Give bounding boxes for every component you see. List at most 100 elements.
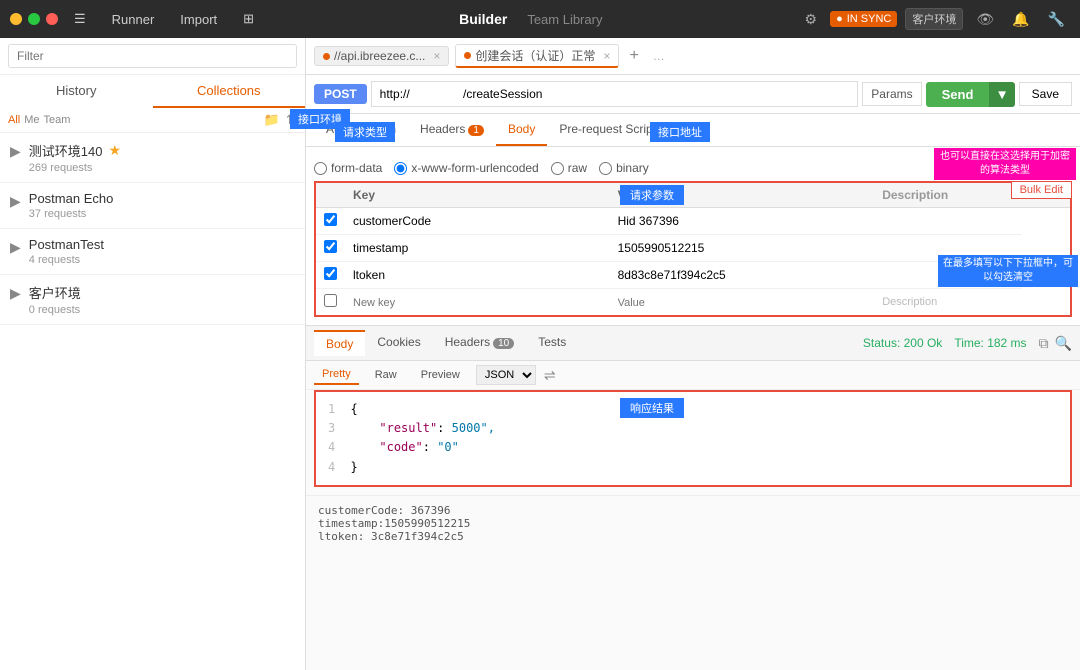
sync-label: IN SYNC [847, 13, 892, 25]
tab-pre-request[interactable]: Pre-request Script [547, 114, 668, 146]
url-input[interactable] [371, 81, 859, 107]
res-tab-tests[interactable]: Tests [526, 330, 578, 356]
json-line-5: 4 } [328, 458, 1058, 477]
add-tab-btn[interactable]: + [625, 47, 642, 65]
runner-btn[interactable]: Runner [104, 8, 163, 31]
row1-key: customerCode [345, 208, 610, 235]
wrap-icon[interactable]: ⇌ [544, 367, 556, 384]
preview-line3: ltoken: 3c8e71f394c2c5 [318, 530, 1068, 543]
row1-value: Hid 367396 [610, 208, 875, 235]
tab-label: //api.ibreezee.c... [334, 49, 425, 63]
win-minimize-btn[interactable] [10, 13, 22, 25]
send-btn-group: Send ▼ [926, 82, 1015, 107]
star-icon: ★ [108, 142, 121, 159]
settings-btn[interactable]: ⚙ [800, 8, 823, 31]
new-row-checkbox[interactable] [324, 294, 337, 307]
url-tab-1[interactable]: //api.ibreezee.c... × [314, 46, 449, 66]
filter-team-btn[interactable]: Team [44, 114, 71, 126]
folder-icon: ▶ [10, 143, 21, 160]
eye-btn[interactable]: 👁 [971, 8, 999, 31]
row3-checkbox[interactable] [324, 267, 337, 280]
env-selector[interactable]: 客户环境 [905, 8, 963, 30]
tab-tests[interactable]: Tests [668, 114, 720, 146]
sync-badge: ● IN SYNC [830, 11, 897, 27]
url-row: POST Params Send ▼ Save [306, 75, 1080, 114]
copy-icon[interactable]: ⧉ [1039, 335, 1049, 352]
response-status-area: Status: 200 Ok Time: 182 ms ⧉ 🔍 [863, 335, 1072, 352]
new-collection-btn[interactable]: 📁 [264, 112, 280, 128]
list-item[interactable]: ▶ 测试环境140 ★ 269 requests [0, 133, 305, 183]
radio-urlencoded[interactable] [394, 162, 407, 175]
request-tabs: Authorization Headers1 Body Pre-request … [306, 114, 1080, 147]
team-library-btn[interactable]: Team Library [527, 12, 602, 27]
list-item[interactable]: ▶ 客户环境 0 requests [0, 275, 305, 325]
col-description: Description [874, 182, 1022, 208]
table-row: customerCode Hid 367396 [315, 208, 1071, 235]
collection-name: 测试环境140 ★ [29, 141, 295, 160]
body-type-form-data[interactable]: form-data [314, 161, 382, 175]
tab-collections[interactable]: Collections [153, 75, 306, 108]
win-close-btn[interactable] [46, 13, 58, 25]
preview-btn[interactable]: Preview [413, 366, 468, 384]
sort-btn[interactable]: ⇅ [286, 112, 297, 128]
bulk-edit-btn[interactable]: Bulk Edit [1011, 181, 1072, 199]
res-tab-headers[interactable]: Headers10 [433, 330, 526, 356]
new-key-input[interactable] [353, 297, 602, 309]
body-type-urlencoded[interactable]: x-www-form-urlencoded [394, 161, 538, 175]
raw-btn[interactable]: Raw [367, 366, 405, 384]
new-tab-btn[interactable]: ⊞ [235, 7, 262, 31]
tab-authorization[interactable]: Authorization [314, 114, 408, 146]
tab-close2-icon[interactable]: × [603, 49, 610, 63]
res-headers-badge: 10 [493, 338, 514, 349]
tab-headers[interactable]: Headers1 [408, 114, 496, 146]
row3-key: ltoken [345, 262, 610, 289]
pretty-btn[interactable]: Pretty [314, 365, 359, 385]
res-tab-cookies[interactable]: Cookies [365, 330, 432, 356]
radio-raw[interactable] [551, 162, 564, 175]
list-item[interactable]: ▶ Postman Echo 37 requests [0, 183, 305, 229]
new-value-input[interactable] [618, 297, 867, 309]
method-select[interactable]: POST [314, 84, 367, 104]
list-item[interactable]: ▶ PostmanTest 4 requests [0, 229, 305, 275]
search-icon[interactable]: 🔍 [1055, 335, 1072, 352]
wrench-btn[interactable]: 🔧 [1043, 8, 1070, 31]
more-tabs-btn[interactable]: … [653, 49, 665, 63]
sidebar-tabs: History Collections [0, 75, 305, 108]
col-check [315, 182, 345, 208]
body-content: form-data x-www-form-urlencoded raw bina… [306, 147, 1080, 325]
collection-name: 客户环境 [29, 283, 295, 302]
body-type-binary[interactable]: binary [599, 161, 649, 175]
filter-all-btn[interactable]: All [8, 114, 20, 126]
row2-checkbox[interactable] [324, 240, 337, 253]
url-tab-2[interactable]: 创建会话（认证）正常 × [455, 44, 619, 68]
sidebar-search-input[interactable] [8, 44, 297, 68]
sidebar: History Collections All Me Team 📁 ⇅ ▶ [0, 38, 306, 670]
row1-desc [874, 208, 1022, 235]
radio-binary[interactable] [599, 162, 612, 175]
row2-key: timestamp [345, 235, 610, 262]
top-bar-center: Builder Team Library [270, 11, 791, 27]
body-type-raw[interactable]: raw [551, 161, 587, 175]
row1-checkbox[interactable] [324, 213, 337, 226]
request-tabs-bar: //api.ibreezee.c... × 创建会话（认证）正常 × + … [306, 38, 1080, 75]
tab-close-icon[interactable]: × [433, 49, 440, 63]
win-maximize-btn[interactable] [28, 13, 40, 25]
res-tab-body[interactable]: Body [314, 330, 365, 356]
params-btn[interactable]: Params [862, 82, 921, 106]
row2-desc [874, 235, 1022, 262]
tab-history[interactable]: History [0, 75, 153, 108]
filter-me-btn[interactable]: Me [24, 114, 39, 126]
row3-value: 8d83c8e71f394c2c5 [610, 262, 875, 289]
save-btn[interactable]: Save [1019, 82, 1072, 106]
response-toolbar: Pretty Raw Preview JSON ⇌ [306, 361, 1080, 390]
bell-btn[interactable]: 🔔 [1007, 8, 1034, 31]
send-dropdown-btn[interactable]: ▼ [989, 82, 1014, 107]
sidebar-toggle-btn[interactable]: ☰ [66, 7, 94, 31]
window-controls [10, 13, 58, 25]
format-select[interactable]: JSON [476, 365, 536, 385]
tab-body[interactable]: Body [496, 114, 547, 146]
send-btn[interactable]: Send [926, 82, 990, 107]
response-bar: Body Cookies Headers10 Tests Status: 200… [306, 325, 1080, 361]
radio-form-data[interactable] [314, 162, 327, 175]
import-btn[interactable]: Import [172, 8, 225, 31]
